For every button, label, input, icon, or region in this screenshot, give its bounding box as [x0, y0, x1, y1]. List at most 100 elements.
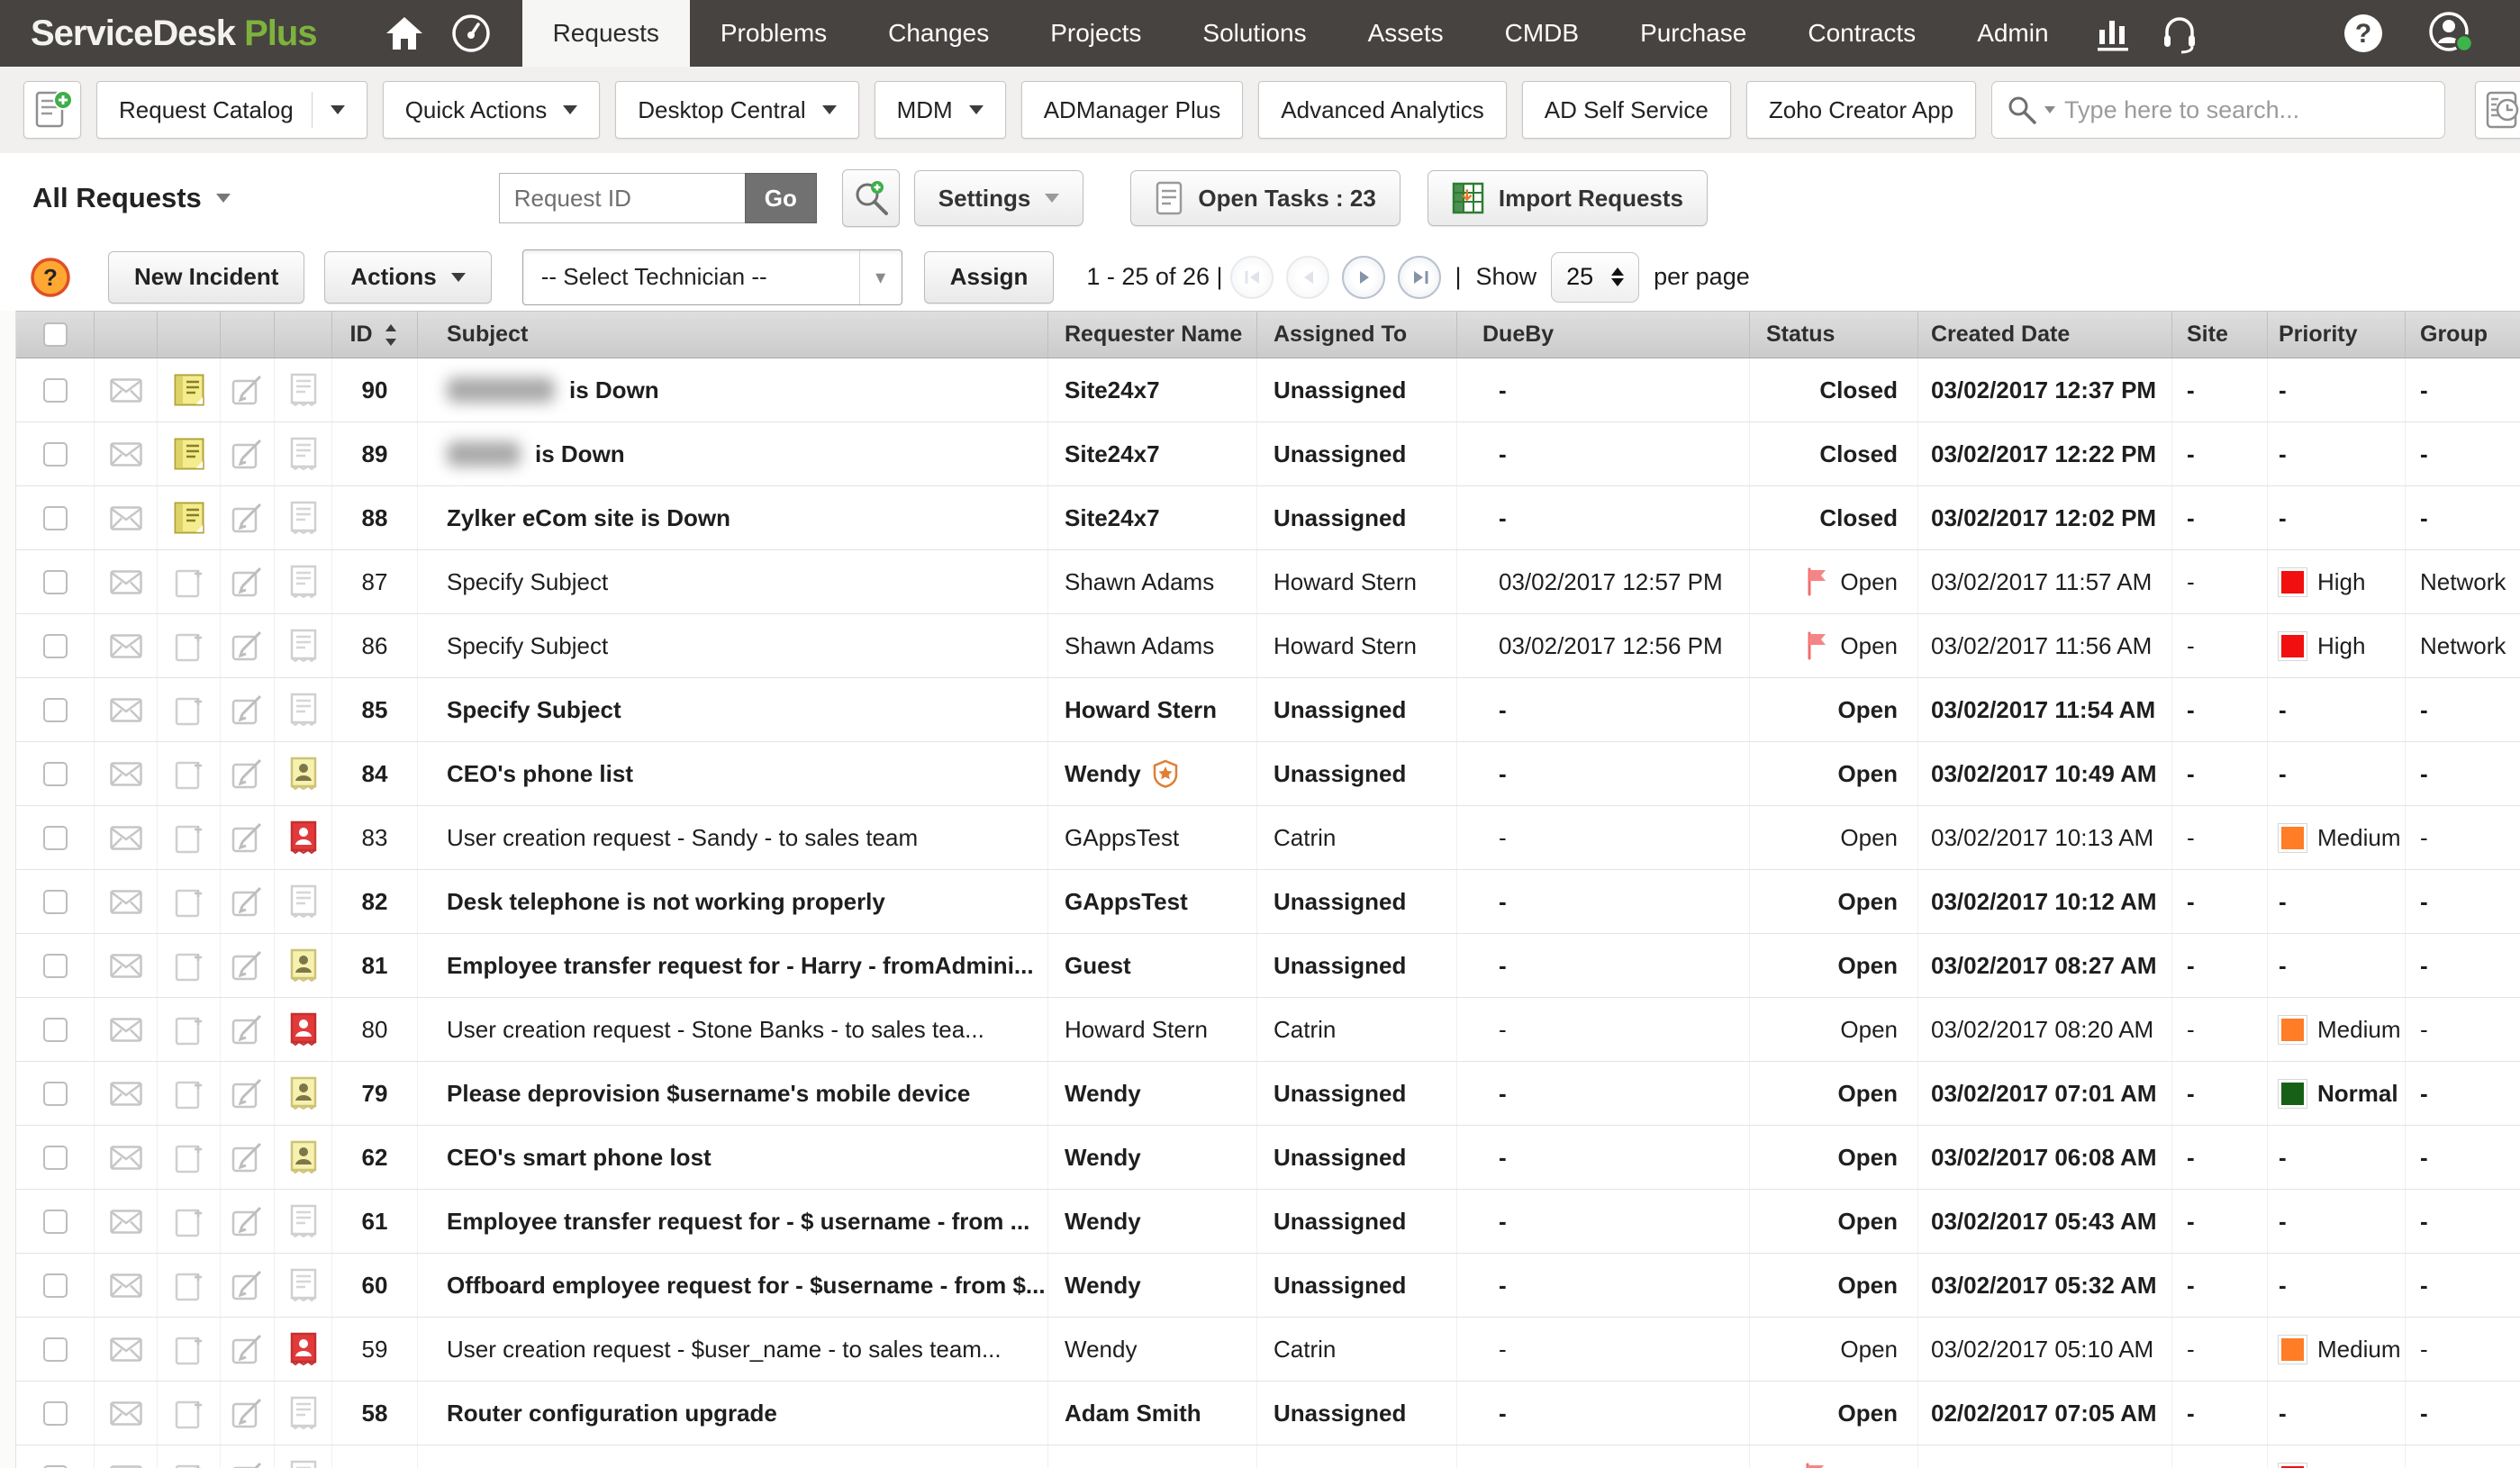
mail-icon[interactable]: [110, 1082, 142, 1106]
column-header-assigned-to[interactable]: Assigned To: [1257, 312, 1457, 358]
row-checkbox[interactable]: [43, 506, 68, 530]
request-id-input[interactable]: [499, 173, 745, 223]
toolbar-button-desktop-central[interactable]: Desktop Central: [615, 81, 858, 139]
toolbar-button-request-catalog[interactable]: Request Catalog: [96, 81, 367, 139]
edit-icon[interactable]: [231, 1270, 264, 1300]
toolbar-button-ad-self-service[interactable]: AD Self Service: [1522, 81, 1731, 139]
new-request-icon[interactable]: [23, 81, 81, 139]
request-subject-link[interactable]: Please deprovision $username's mobile de…: [447, 1080, 970, 1108]
edit-icon[interactable]: [231, 694, 264, 725]
column-header-priority[interactable]: Priority: [2268, 312, 2406, 358]
request-subject-link[interactable]: Specify Subject: [447, 696, 621, 724]
edit-icon[interactable]: [231, 1014, 264, 1045]
edit-icon[interactable]: [231, 1142, 264, 1173]
request-row-89[interactable]: 89is DownSite24x7Unassigned-Closed03/02/…: [16, 422, 2520, 486]
toolbar-button-zoho-creator-app[interactable]: Zoho Creator App: [1746, 81, 1976, 139]
edit-icon[interactable]: [231, 375, 264, 405]
request-row-88[interactable]: 88Zylker eCom site is DownSite24x7Unassi…: [16, 486, 2520, 550]
edit-icon[interactable]: [231, 1334, 264, 1364]
edit-icon[interactable]: [231, 439, 264, 469]
edit-icon[interactable]: [231, 758, 264, 789]
request-subject-link[interactable]: Router configuration upgrade: [447, 1400, 777, 1427]
mail-icon[interactable]: [110, 506, 142, 530]
request-row-83[interactable]: 83User creation request - Sandy - to sal…: [16, 806, 2520, 870]
mail-icon[interactable]: [110, 1273, 142, 1298]
request-row-85[interactable]: 85Specify SubjectHoward SternUnassigned-…: [16, 678, 2520, 742]
import-requests-button[interactable]: Import Requests: [1428, 170, 1708, 226]
edit-icon[interactable]: [231, 1206, 264, 1237]
next-page-button[interactable]: [1342, 256, 1385, 299]
row-checkbox[interactable]: [43, 762, 68, 786]
edit-icon[interactable]: [231, 503, 264, 533]
add-note-icon[interactable]: [174, 1333, 204, 1365]
row-checkbox[interactable]: [43, 1337, 68, 1362]
request-subject-link[interactable]: Desk telephone is not working properly: [447, 888, 885, 916]
mail-icon[interactable]: [110, 570, 142, 594]
sort-icon[interactable]: [382, 322, 400, 348]
notes-icon[interactable]: [174, 502, 204, 534]
mail-icon[interactable]: [110, 1401, 142, 1426]
row-checkbox[interactable]: [43, 1273, 68, 1298]
request-subject-link[interactable]: is Down: [535, 440, 625, 468]
toolbar-button-advanced-analytics[interactable]: Advanced Analytics: [1258, 81, 1506, 139]
mail-icon[interactable]: [110, 826, 142, 850]
request-subject-link[interactable]: Unable to login: [447, 1463, 616, 1468]
mail-icon[interactable]: [110, 634, 142, 658]
add-note-icon[interactable]: [174, 1397, 204, 1429]
column-header-requester-name[interactable]: Requester Name: [1048, 312, 1257, 358]
request-row-86[interactable]: 86Specify SubjectShawn AdamsHoward Stern…: [16, 614, 2520, 678]
mail-icon[interactable]: [110, 1210, 142, 1234]
row-checkbox[interactable]: [43, 1018, 68, 1042]
add-note-icon[interactable]: [174, 949, 204, 982]
edit-icon[interactable]: [231, 630, 264, 661]
nav-tab-changes[interactable]: Changes: [857, 0, 1020, 67]
nav-tab-cmdb[interactable]: CMDB: [1474, 0, 1609, 67]
recent-items-icon[interactable]: [2475, 81, 2520, 139]
mail-icon[interactable]: [110, 954, 142, 978]
request-row-80[interactable]: 80User creation request - Stone Banks - …: [16, 998, 2520, 1062]
request-subject-link[interactable]: User creation request - Stone Banks - to…: [447, 1016, 984, 1044]
column-header-id[interactable]: ID: [332, 312, 418, 358]
row-checkbox[interactable]: [43, 1465, 68, 1468]
edit-icon[interactable]: [231, 566, 264, 597]
mail-icon[interactable]: [110, 890, 142, 914]
search-scope-caret-icon[interactable]: [2044, 106, 2055, 113]
request-subject-link[interactable]: Offboard employee request for - $usernam…: [447, 1272, 1046, 1300]
column-header-group[interactable]: Group: [2406, 312, 2520, 358]
edit-icon[interactable]: [231, 822, 264, 853]
mail-icon[interactable]: [110, 442, 142, 467]
request-subject-link[interactable]: User creation request - $user_name - to …: [447, 1336, 1002, 1364]
add-note-icon[interactable]: [174, 1013, 204, 1046]
add-note-icon[interactable]: [174, 1205, 204, 1237]
search-input[interactable]: [2062, 95, 2430, 125]
request-subject-link[interactable]: User creation request - Sandy - to sales…: [447, 824, 918, 852]
row-checkbox[interactable]: [43, 378, 68, 403]
user-menu-icon[interactable]: [2426, 11, 2477, 56]
request-subject-link[interactable]: Employee transfer request for - Harry - …: [447, 952, 1034, 980]
request-row-62[interactable]: 62CEO's smart phone lostWendyUnassigned-…: [16, 1126, 2520, 1190]
notes-icon[interactable]: [174, 438, 204, 470]
global-search[interactable]: [1991, 81, 2445, 139]
request-row-79[interactable]: 79Please deprovision $username's mobile …: [16, 1062, 2520, 1126]
mail-icon[interactable]: [110, 762, 142, 786]
request-row-82[interactable]: 82Desk telephone is not working properly…: [16, 870, 2520, 934]
select-all-checkbox[interactable]: [43, 322, 68, 347]
edit-icon[interactable]: [231, 950, 264, 981]
nav-tab-contracts[interactable]: Contracts: [1777, 0, 1946, 67]
row-checkbox[interactable]: [43, 698, 68, 722]
assign-button[interactable]: Assign: [924, 251, 1055, 304]
request-row-60[interactable]: 60Offboard employee request for - $usern…: [16, 1254, 2520, 1318]
toolbar-button-quick-actions[interactable]: Quick Actions: [383, 81, 601, 139]
nav-tab-solutions[interactable]: Solutions: [1172, 0, 1337, 67]
request-subject-link[interactable]: Specify Subject: [447, 632, 608, 660]
edit-icon[interactable]: [231, 1398, 264, 1428]
mail-icon[interactable]: [110, 698, 142, 722]
reports-icon[interactable]: [2080, 0, 2146, 67]
request-row-57[interactable]: 57Unable to loginGuestUnassigned01/02/20…: [16, 1445, 2520, 1468]
row-checkbox[interactable]: [43, 1082, 68, 1106]
row-checkbox[interactable]: [43, 954, 68, 978]
add-note-icon[interactable]: [174, 1077, 204, 1110]
add-note-icon[interactable]: [174, 566, 204, 598]
column-header-subject[interactable]: Subject: [418, 312, 1048, 358]
support-icon[interactable]: [2146, 0, 2213, 67]
